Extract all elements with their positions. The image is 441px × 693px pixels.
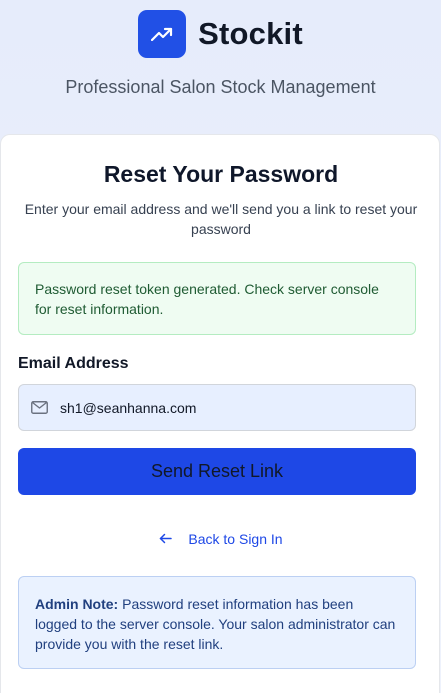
email-input[interactable] [60,399,400,416]
email-field[interactable] [18,384,416,431]
back-link-label: Back to Sign In [188,531,283,547]
admin-note: Admin Note: Password reset information h… [18,576,416,669]
reset-password-card: Reset Your Password Enter your email add… [0,134,440,693]
page-title: Reset Your Password [103,161,339,187]
brand-name: Stockit [198,16,303,51]
brand-tagline: Professional Salon Stock Management [65,77,376,97]
arrow-left-icon [159,532,173,547]
admin-note-title: Admin Note: [35,596,119,612]
trending-up-icon [138,10,187,58]
mail-icon [31,401,48,414]
send-reset-link-button[interactable]: Send Reset Link [18,448,416,495]
page-subtitle: Enter your email address and we'll send … [24,201,418,237]
back-to-sign-in-link[interactable]: Back to Sign In [1,531,441,547]
success-alert: Password reset token generated. Check se… [18,262,416,335]
email-label: Email Address [18,355,129,372]
reset-password-page: Stockit Professional Salon Stock Managem… [0,0,441,693]
brand-header: Stockit [0,10,441,58]
